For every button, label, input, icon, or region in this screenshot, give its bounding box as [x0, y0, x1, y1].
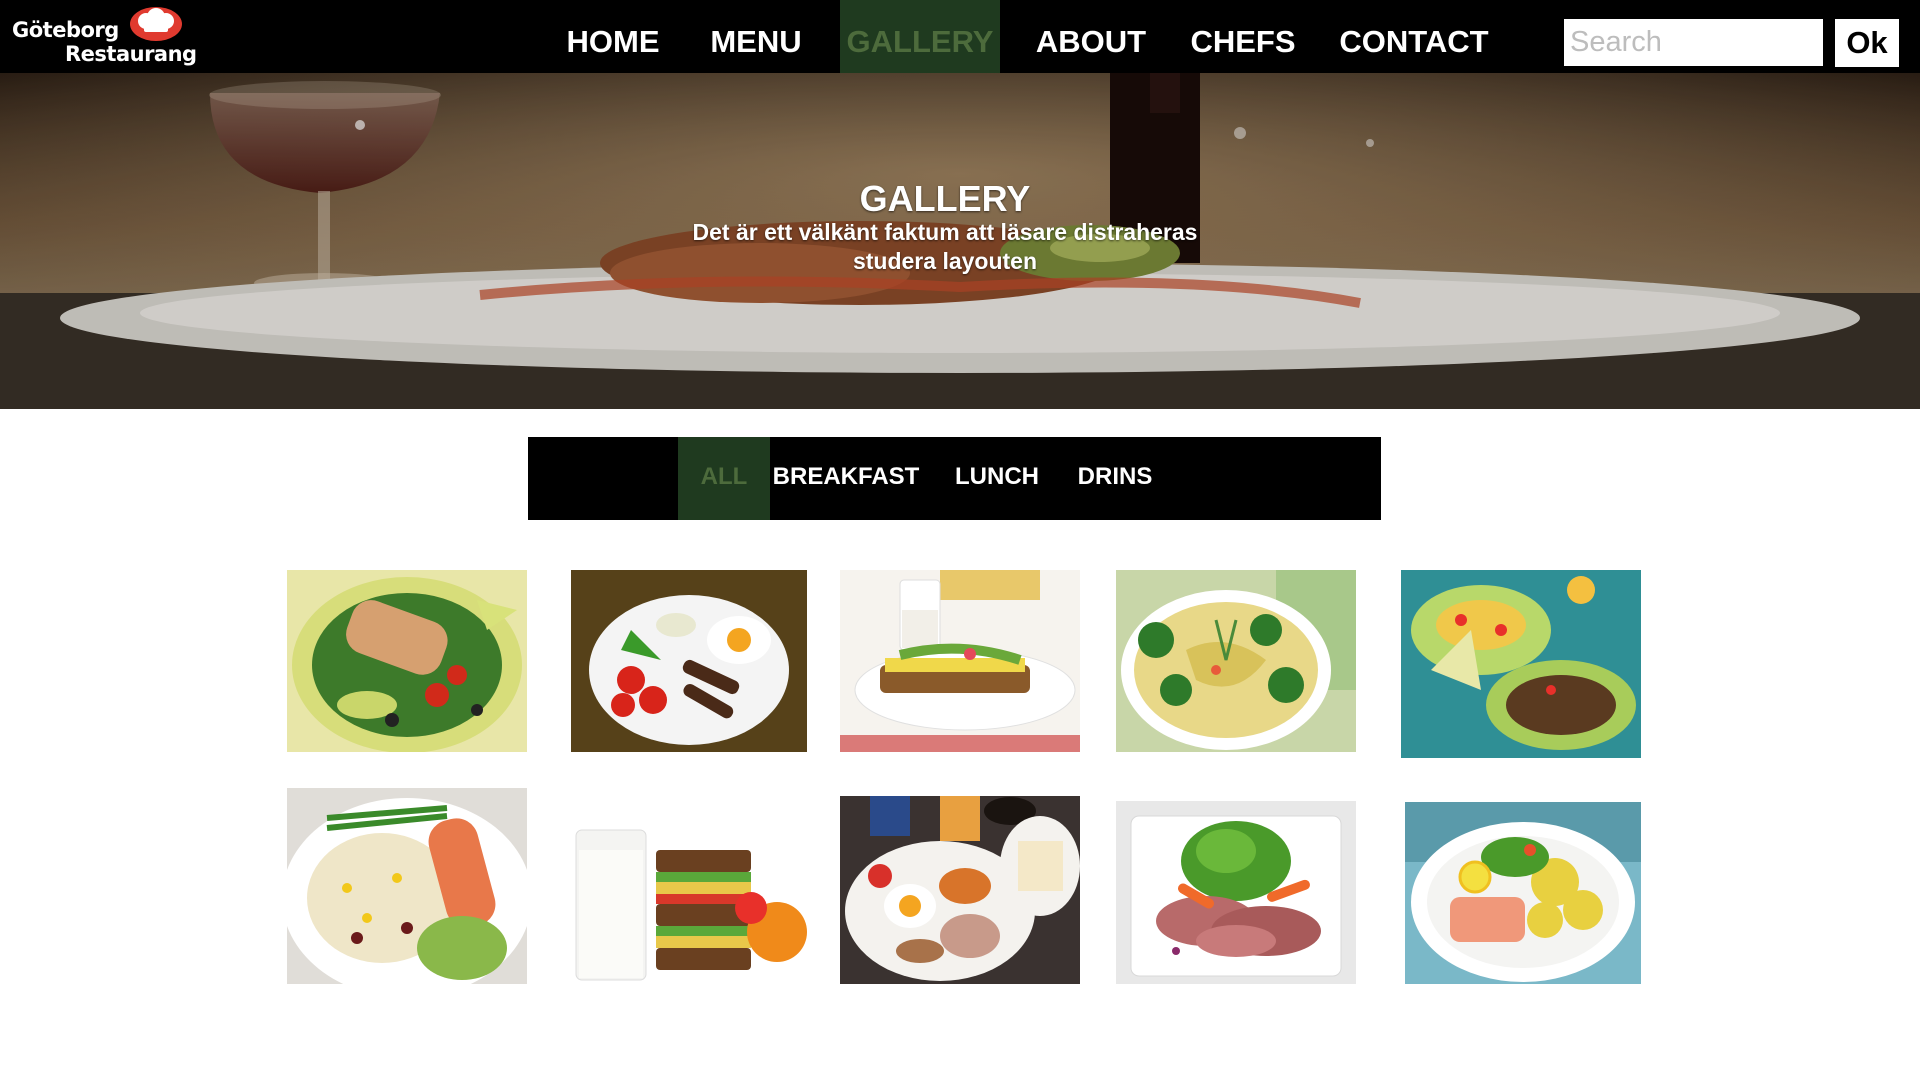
restaurant-logo[interactable]: Göteborg Restaurang	[12, 4, 202, 70]
milk-sandwich-orange-photo-icon	[571, 820, 807, 984]
roast-beef-salad-photo-icon	[1116, 801, 1356, 984]
page-title: GALLERY	[859, 178, 1031, 219]
gallery-photo-eggs-sausage-tomato[interactable]	[571, 570, 807, 752]
salmon-potatoes-photo-icon	[1405, 802, 1641, 984]
filter-tab-all[interactable]: ALL	[678, 437, 770, 520]
gallery-photo-chicken-avocado-salad[interactable]	[287, 570, 527, 752]
filter-tab-lunch[interactable]: LUNCH	[948, 437, 1046, 520]
gallery-photo-milk-cheese-sandwich[interactable]	[840, 570, 1080, 752]
gallery-photo-salmon-rice-beans[interactable]	[287, 788, 527, 984]
nav-item-contact[interactable]: CONTACT	[1334, 0, 1494, 73]
gallery-photo-salmon-potatoes[interactable]	[1405, 802, 1641, 984]
nav-item-about[interactable]: ABOUT	[1030, 0, 1152, 73]
gallery-photo-english-breakfast[interactable]	[840, 796, 1080, 984]
lettuce-wrap-minced-meat-photo-icon	[1401, 570, 1641, 758]
gallery-photo-lettuce-wrap-minced-meat[interactable]	[1401, 570, 1641, 758]
hero-banner: GALLERY Det är ett välkänt faktum att lä…	[0, 73, 1920, 409]
gallery-photo-broccoli-pasta-salad[interactable]	[1116, 570, 1356, 752]
chef-hat-icon	[130, 7, 182, 41]
milk-cheese-sandwich-photo-icon	[840, 570, 1080, 752]
logo-text-line2: Restaurang	[65, 42, 197, 66]
top-navigation-bar: Göteborg Restaurang HOME MENU GALLERY AB…	[0, 0, 1920, 73]
salmon-rice-beans-photo-icon	[287, 788, 527, 984]
filter-tab-drins[interactable]: DRINS	[1068, 437, 1162, 520]
english-breakfast-photo-icon	[840, 796, 1080, 984]
eggs-sausage-tomato-photo-icon	[571, 570, 807, 752]
gallery-photo-roast-beef-salad[interactable]	[1116, 801, 1356, 984]
logo-text-line1: Göteborg	[12, 18, 119, 42]
page-subtitle: Det är ett välkänt faktum att läsare dis…	[692, 219, 1198, 274]
broccoli-pasta-salad-photo-icon	[1116, 570, 1356, 752]
nav-item-menu[interactable]: MENU	[700, 0, 812, 73]
nav-item-gallery[interactable]: GALLERY	[840, 0, 1000, 73]
filter-tab-breakfast[interactable]: BREAKFAST	[772, 437, 920, 520]
nav-item-chefs[interactable]: CHEFS	[1184, 0, 1302, 73]
search-input[interactable]	[1562, 17, 1825, 68]
gallery-photo-milk-sandwich-orange[interactable]	[571, 820, 807, 984]
search-ok-button[interactable]: Ok	[1833, 17, 1901, 69]
gallery-filter-bar: ALL BREAKFAST LUNCH DRINS	[528, 437, 1381, 520]
chicken-avocado-salad-photo-icon	[287, 570, 527, 752]
nav-item-home[interactable]: HOME	[552, 0, 674, 73]
